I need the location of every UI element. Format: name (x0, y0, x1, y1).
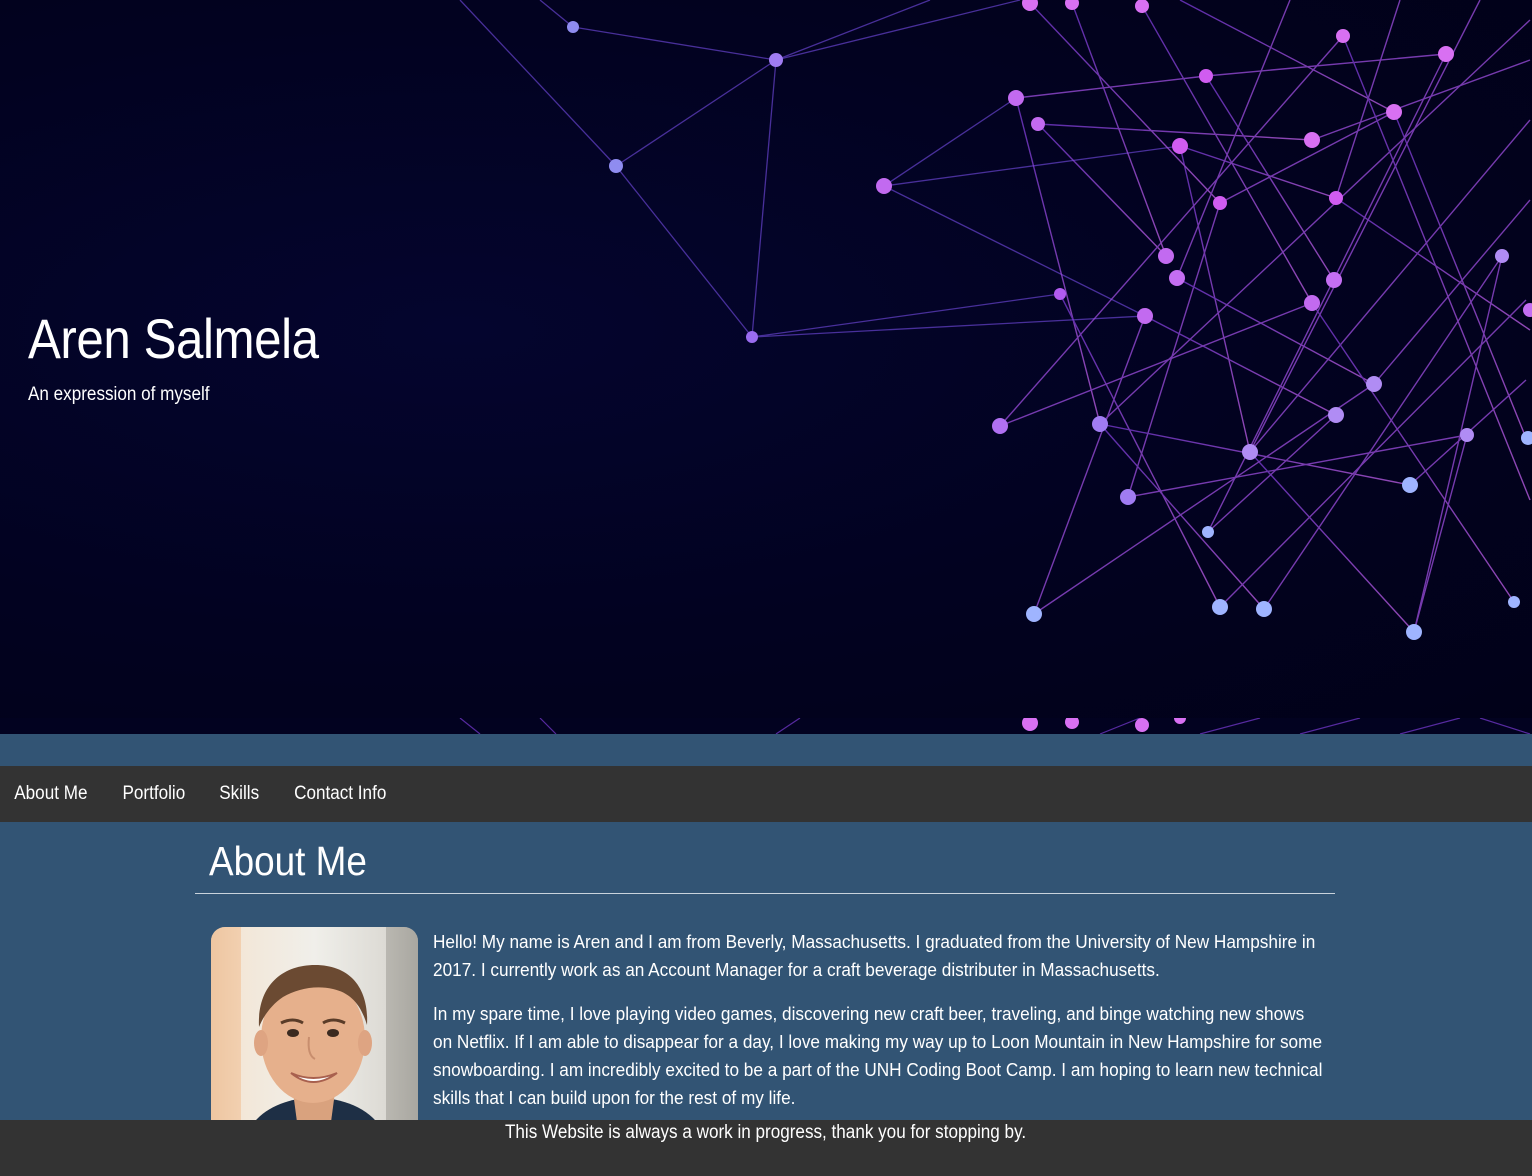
main-navigation: About Me Portfolio Skills Contact Info (0, 766, 1532, 822)
hero-banner: Aren Salmela An expression of myself (0, 0, 1532, 734)
site-title: Aren Salmela (28, 307, 319, 370)
site-subtitle: An expression of myself (28, 384, 210, 405)
hero-banner-repeat-strip (0, 718, 1532, 734)
nav-link-about-me[interactable]: About Me (5, 783, 100, 805)
bio-paragraph: Hello! My name is Aren and I am from Bev… (433, 931, 1316, 980)
nav-link-contact-info[interactable]: Contact Info (282, 783, 399, 805)
section-divider (195, 893, 1335, 894)
about-me-text: Hello! My name is Aren and I am from Bev… (433, 928, 1323, 1128)
section-heading: About Me (209, 838, 367, 884)
profile-photo (211, 927, 418, 1147)
footer-text: This Website is always a work in progres… (505, 1122, 1027, 1143)
site-footer: This Website is always a work in progres… (0, 1120, 1532, 1176)
network-nodes (567, 0, 1532, 640)
bio-paragraph: In my spare time, I love playing video g… (433, 1003, 1323, 1108)
nav-link-skills[interactable]: Skills (207, 783, 272, 805)
nav-link-portfolio[interactable]: Portfolio (110, 783, 198, 805)
